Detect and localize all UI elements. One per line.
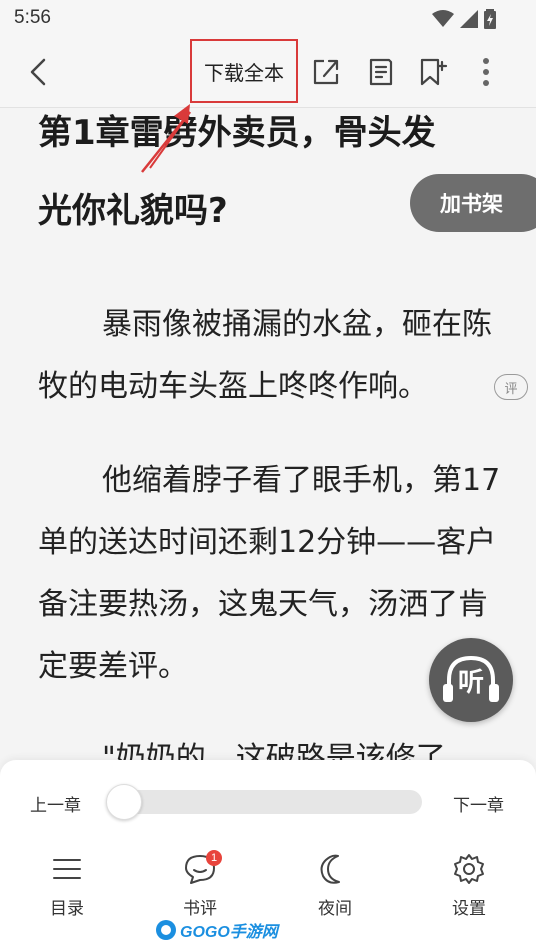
nav-book-review[interactable]: 1 书评 xyxy=(160,850,240,922)
gear-icon xyxy=(454,854,484,884)
progress-slider-thumb[interactable] xyxy=(106,784,142,820)
reading-content: 第1章雷劈外卖员，骨头发 光你礼貌吗? 暴雨像被捅漏的水盆，砸在陈牧的电动车头盔… xyxy=(0,108,536,768)
nav-catalog-label: 目录 xyxy=(50,899,84,919)
listen-button[interactable]: 听 xyxy=(429,638,513,722)
gogo-logo-icon xyxy=(156,920,176,940)
paragraph-comment-icon[interactable]: 评 xyxy=(494,374,528,400)
battery-icon xyxy=(484,9,496,29)
back-icon[interactable] xyxy=(24,56,54,88)
nav-night-mode[interactable]: 夜间 xyxy=(295,852,375,922)
chapter-title-line1: 第1章雷劈外卖员，骨头发 xyxy=(38,113,436,153)
add-to-shelf-button[interactable]: 加书架 xyxy=(410,174,536,232)
paragraph-1: 暴雨像被捅漏的水盆，砸在陈牧的电动车头盔上咚咚作响。 xyxy=(38,307,492,404)
bookmark-icon[interactable] xyxy=(416,56,448,88)
signal-icon xyxy=(460,10,478,28)
nav-settings-label: 设置 xyxy=(452,899,486,919)
listen-label: 听 xyxy=(457,667,484,698)
more-icon[interactable] xyxy=(470,56,502,88)
prev-chapter-button[interactable]: 上一章 xyxy=(30,791,81,816)
share-icon[interactable] xyxy=(310,56,342,88)
next-chapter-button[interactable]: 下一章 xyxy=(453,791,504,816)
notes-icon[interactable] xyxy=(365,56,397,88)
moon-icon xyxy=(320,854,340,884)
download-full-button[interactable]: 下载全本 xyxy=(190,39,298,103)
nav-night-mode-label: 夜间 xyxy=(318,899,352,919)
nav-settings[interactable]: 设置 xyxy=(429,852,509,922)
review-badge: 1 xyxy=(206,850,222,866)
reader-toolbar: 下载全本 xyxy=(0,36,536,108)
status-bar: 5:56 xyxy=(0,0,536,36)
watermark-text: GOGO手游网 xyxy=(180,924,278,941)
list-icon xyxy=(53,859,81,879)
status-icons xyxy=(432,9,496,29)
watermark-logo: GOGO手游网 xyxy=(155,916,278,944)
wifi-icon xyxy=(432,10,454,27)
chapter-progress-slider[interactable] xyxy=(108,790,422,814)
chapter-title: 第1章雷劈外卖员，骨头发 光你礼貌吗? xyxy=(38,108,478,250)
status-time: 5:56 xyxy=(14,7,51,28)
nav-catalog[interactable]: 目录 xyxy=(27,852,107,922)
